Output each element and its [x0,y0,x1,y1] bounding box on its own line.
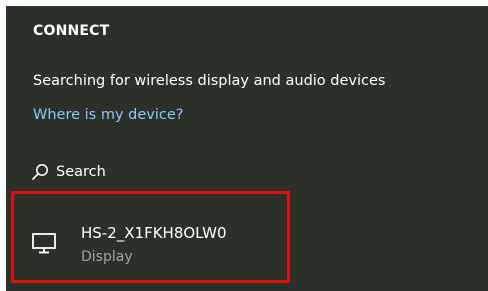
monitor-icon [32,233,56,254]
search-icon [32,164,48,180]
device-name: HS-2_X1FKH8OLW0 [81,224,227,242]
where-is-my-device-link[interactable]: Where is my device? [33,107,183,123]
search-button[interactable]: Search [30,162,106,182]
device-item[interactable]: HS-2_X1FKH8OLW0 Display [11,191,290,283]
device-type: Display [81,249,133,265]
status-text: Searching for wireless display and audio… [33,73,386,89]
panel-title: CONNECT [33,23,110,39]
search-label: Search [56,164,106,180]
connect-panel: CONNECT Searching for wireless display a… [6,6,488,291]
